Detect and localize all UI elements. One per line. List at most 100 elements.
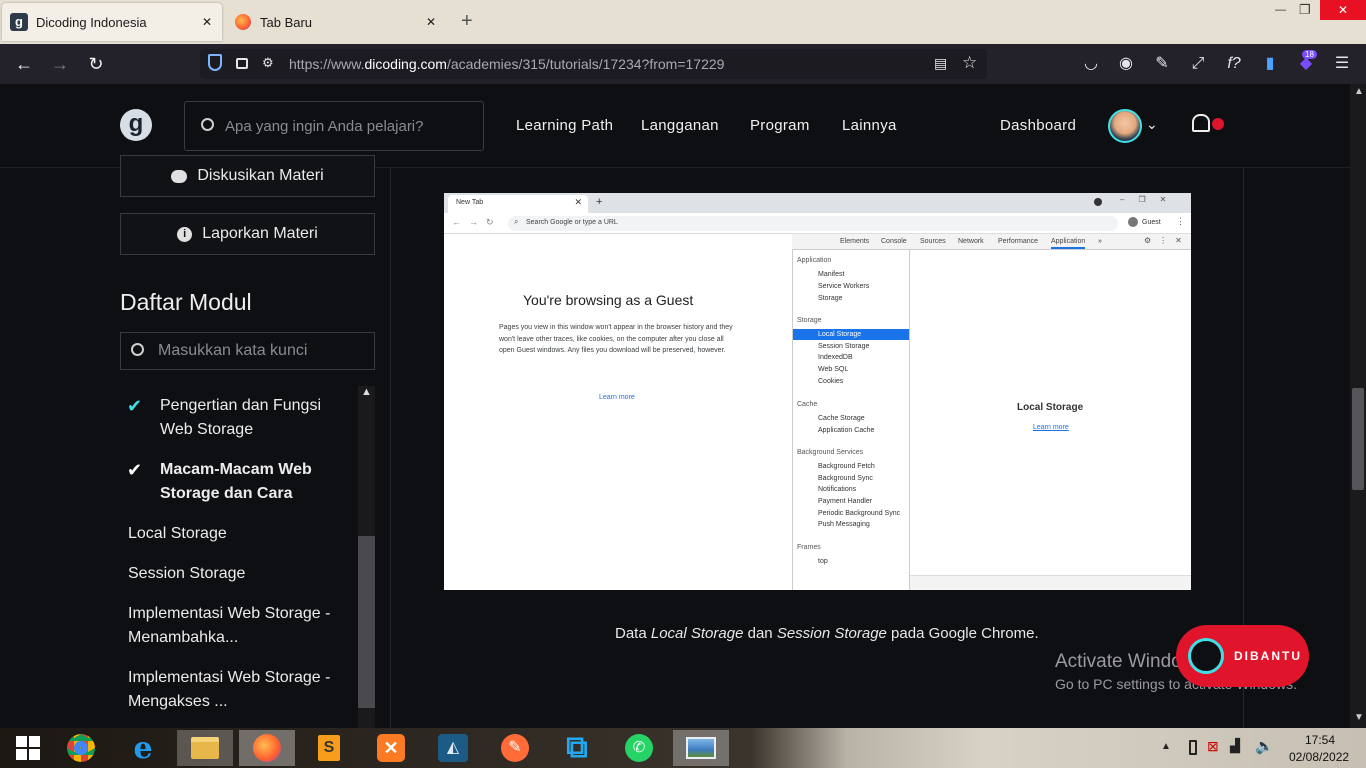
module-item[interactable]: Local Storage: [128, 522, 353, 546]
discuss-button[interactable]: Diskusikan Materi: [120, 155, 375, 197]
page-scrollbar[interactable]: ▲ ▼: [1350, 84, 1366, 728]
chrome-app[interactable]: [53, 730, 109, 766]
nav-program[interactable]: Program: [750, 117, 810, 134]
search-input[interactable]: Apa yang ingin Anda pelajari?: [225, 118, 424, 135]
close-tab-icon[interactable]: ✕: [202, 15, 212, 29]
inner-dt-tab: Performance: [998, 238, 1039, 245]
page-scroll-thumb[interactable]: [1352, 388, 1364, 490]
clock-date[interactable]: 02/08/2022: [1289, 750, 1349, 764]
address-bar[interactable]: ⚙ https://www.dicoding.com/academies/315…: [200, 49, 987, 79]
clock-time[interactable]: 17:54: [1305, 733, 1335, 747]
pocket-icon[interactable]: ◡: [1081, 54, 1101, 74]
wifi-signal-icon[interactable]: ▟: [1230, 738, 1240, 754]
inner-guest-icon: [1128, 217, 1138, 227]
inner-dt-tab: Elements: [840, 238, 870, 245]
menu-icon[interactable]: ☰: [1332, 54, 1352, 74]
site-search-box[interactable]: Apa yang ingin Anda pelajari?: [184, 101, 484, 151]
inner-dt-item: Application Cache: [818, 427, 875, 434]
browser-toolbar: ← → ↻ ⚙ https://www.dicoding.com/academi…: [0, 44, 1366, 84]
sublime-app[interactable]: S: [301, 730, 357, 766]
nav-langganan[interactable]: Langganan: [641, 117, 719, 134]
vscode-app[interactable]: ⧉: [549, 730, 605, 766]
scroll-up-icon[interactable]: ▲: [361, 386, 372, 398]
font-icon[interactable]: f?: [1224, 54, 1244, 74]
reader-view-icon[interactable]: ▤: [934, 55, 947, 72]
inner-menu-icon: ⋮: [1176, 216, 1185, 226]
module-item[interactable]: Implementasi Web Storage - Mengakses ...: [128, 666, 353, 714]
url-text: https://www.dicoding.com/academies/315/t…: [289, 56, 725, 72]
screenshot-icon[interactable]: ⤢: [1188, 54, 1208, 74]
inner-dt-item: IndexedDB: [818, 354, 853, 361]
nav-dashboard[interactable]: Dashboard: [1000, 117, 1076, 134]
module-scroll-thumb[interactable]: [358, 536, 375, 708]
inner-window-controls: –❐✕: [1120, 195, 1181, 204]
inner-guest-label: Guest: [1142, 219, 1161, 226]
close-tab-icon[interactable]: ✕: [426, 15, 436, 29]
bell-icon[interactable]: [1192, 114, 1210, 132]
photos-app[interactable]: [673, 730, 729, 766]
inner-dt-item: Payment Handler: [818, 498, 873, 505]
inner-guest-body: Pages you view in this window won't appe…: [499, 324, 733, 354]
extension-icon[interactable]: ◉: [1116, 54, 1136, 74]
inner-nav-icons: ←→↻: [452, 217, 502, 227]
module-item[interactable]: Session Storage: [128, 562, 353, 586]
inner-record-icon: [1094, 198, 1102, 206]
nav-lainnya[interactable]: Lainnya: [842, 117, 897, 134]
module-search-input[interactable]: Masukkan kata kunci: [158, 342, 307, 360]
photos-icon: [686, 737, 716, 759]
postman-app[interactable]: ✎: [487, 730, 543, 766]
xampp-app[interactable]: ✕: [363, 730, 419, 766]
inner-panel-footer: [910, 575, 1191, 590]
reload-button[interactable]: ↻: [82, 50, 110, 78]
forward-button[interactable]: →: [46, 50, 74, 78]
dicoding-page: g Apa yang ingin Anda pelajari? Learning…: [0, 84, 1350, 728]
explorer-app[interactable]: [177, 730, 233, 766]
volume-icon[interactable]: 🔈: [1255, 737, 1274, 755]
tray-overflow-icon[interactable]: ▲: [1161, 741, 1171, 752]
restore-button[interactable]: ❐: [1299, 2, 1311, 18]
pen-icon[interactable]: ✎: [1152, 54, 1172, 74]
edge-app[interactable]: e: [115, 730, 171, 766]
files-icon[interactable]: ▮: [1260, 54, 1280, 74]
inner-close-icon: ✕: [574, 197, 582, 207]
nav-learning-path[interactable]: Learning Path: [516, 117, 613, 134]
module-list-title: Daftar Modul: [120, 289, 252, 315]
mysql-app[interactable]: ◭: [425, 730, 481, 766]
avatar[interactable]: [1108, 109, 1142, 143]
module-list-scrollbar[interactable]: ▲: [358, 386, 375, 728]
back-button[interactable]: ←: [10, 50, 38, 78]
module-item[interactable]: Pengertian dan Fungsi Web Storage: [160, 394, 350, 442]
network-off-icon[interactable]: ⊠: [1207, 738, 1219, 755]
scroll-down-icon[interactable]: ▼: [1354, 712, 1364, 723]
tab-dicoding[interactable]: g Dicoding Indonesia ✕: [2, 3, 222, 41]
report-button[interactable]: i Laporkan Materi: [120, 213, 375, 255]
inner-dt-icons: ⚙⋮✕: [1144, 236, 1190, 245]
minimize-button[interactable]: —: [1275, 4, 1286, 16]
chevron-down-icon[interactable]: ⌄: [1146, 116, 1158, 133]
dibantu-label: DIBANTU: [1234, 649, 1302, 663]
battery-icon[interactable]: [1189, 740, 1197, 755]
sublime-icon: S: [318, 735, 340, 761]
site-logo[interactable]: g: [120, 109, 152, 141]
bookmark-star-icon[interactable]: ☆: [962, 53, 977, 73]
inner-dt-item: Cookies: [818, 378, 844, 385]
ie-icon: e: [133, 730, 153, 766]
tab-new[interactable]: Tab Baru ✕: [226, 3, 446, 41]
image-caption: Data Local Storage dan Session Storage p…: [615, 625, 1039, 642]
vscode-icon: ⧉: [566, 731, 588, 764]
dibantu-button[interactable]: DIBANTU: [1176, 625, 1309, 687]
module-search-box[interactable]: Masukkan kata kunci: [120, 332, 375, 370]
new-tab-button[interactable]: +: [461, 10, 473, 33]
start-button[interactable]: [0, 730, 56, 766]
firefox-app[interactable]: [239, 730, 295, 766]
close-window-button[interactable]: ✕: [1320, 0, 1366, 20]
inner-learn-more: Learn more: [599, 394, 635, 401]
inner-omnibox: ⌕ Search Google or type a URL: [508, 216, 1118, 231]
scroll-up-icon[interactable]: ▲: [1354, 86, 1364, 97]
inner-dt-section: Cache: [797, 401, 818, 408]
module-item-active[interactable]: Macam-Macam Web Storage dan Cara: [160, 458, 350, 506]
info-icon: i: [177, 226, 193, 242]
whatsapp-app[interactable]: ✆: [611, 730, 667, 766]
module-item[interactable]: Implementasi Web Storage - Menambahka...: [128, 602, 353, 650]
inner-dt-section: Frames: [797, 544, 821, 551]
